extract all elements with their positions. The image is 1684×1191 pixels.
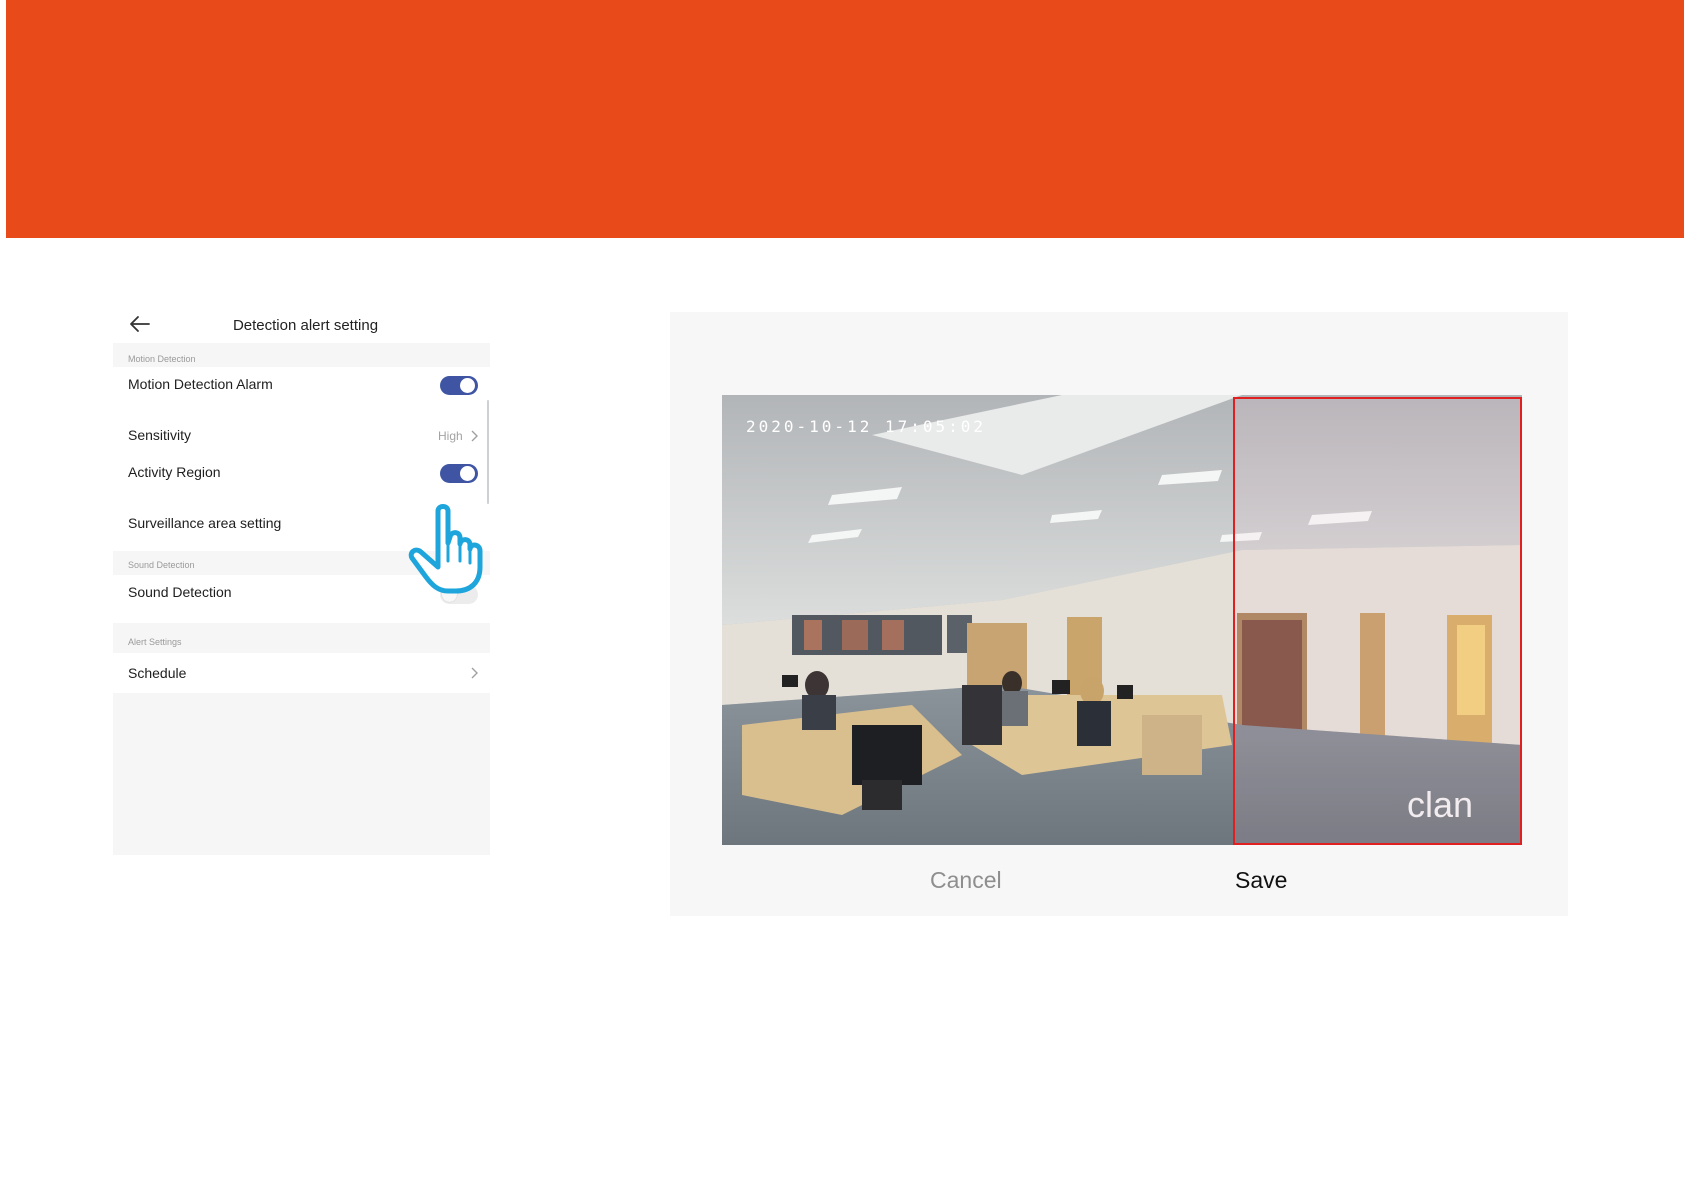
empty-area — [113, 693, 490, 855]
row-label: Surveillance area setting — [128, 515, 282, 531]
toggle-knob — [460, 378, 475, 393]
detection-settings-panel: Detection alert setting Motion Detection… — [113, 305, 490, 855]
chevron-right-icon — [471, 430, 478, 442]
row-motion-detection-alarm: Motion Detection Alarm — [113, 367, 490, 405]
surveillance-area-dialog: 2020-10-12 17:05:02 clan Cancel Save — [670, 312, 1568, 916]
row-label: Sensitivity — [128, 427, 192, 443]
row-sound-detection: Sound Detection — [113, 575, 490, 623]
row-label: Activity Region — [128, 464, 221, 480]
save-button[interactable]: Save — [1235, 867, 1287, 894]
camera-timestamp: 2020-10-12 17:05:02 — [746, 417, 986, 436]
toggle-knob — [442, 587, 457, 602]
section-label: Motion Detection — [128, 354, 196, 364]
motion-alarm-toggle[interactable] — [440, 376, 478, 395]
page-title: Detection alert setting — [232, 317, 379, 334]
row-label: Motion Detection Alarm — [128, 376, 273, 392]
selected-detection-region[interactable] — [1233, 397, 1522, 845]
section-label: Alert Settings — [128, 637, 182, 647]
row-sensitivity[interactable]: Sensitivity High — [113, 405, 490, 455]
row-schedule[interactable]: Schedule — [113, 653, 490, 693]
section-header-motion: Motion Detection — [113, 343, 490, 367]
row-label: Sound Detection — [128, 584, 232, 600]
top-bar: Detection alert setting — [113, 305, 490, 343]
row-surveillance-area-setting[interactable]: Surveillance area setting — [113, 493, 490, 551]
sensitivity-value: High — [438, 429, 463, 443]
row-activity-region: Activity Region — [113, 455, 490, 493]
section-header-alert: Alert Settings — [113, 623, 490, 653]
row-label: Schedule — [128, 665, 187, 681]
sound-detection-toggle[interactable] — [440, 585, 478, 604]
cancel-button[interactable]: Cancel — [930, 867, 1002, 894]
activity-region-toggle[interactable] — [440, 464, 478, 483]
chevron-right-icon — [471, 667, 478, 679]
scrollbar[interactable] — [487, 400, 489, 504]
section-label: Sound Detection — [128, 560, 195, 570]
section-header-sound: Sound Detection — [113, 551, 490, 575]
toggle-knob — [460, 466, 475, 481]
orange-banner — [6, 0, 1684, 238]
